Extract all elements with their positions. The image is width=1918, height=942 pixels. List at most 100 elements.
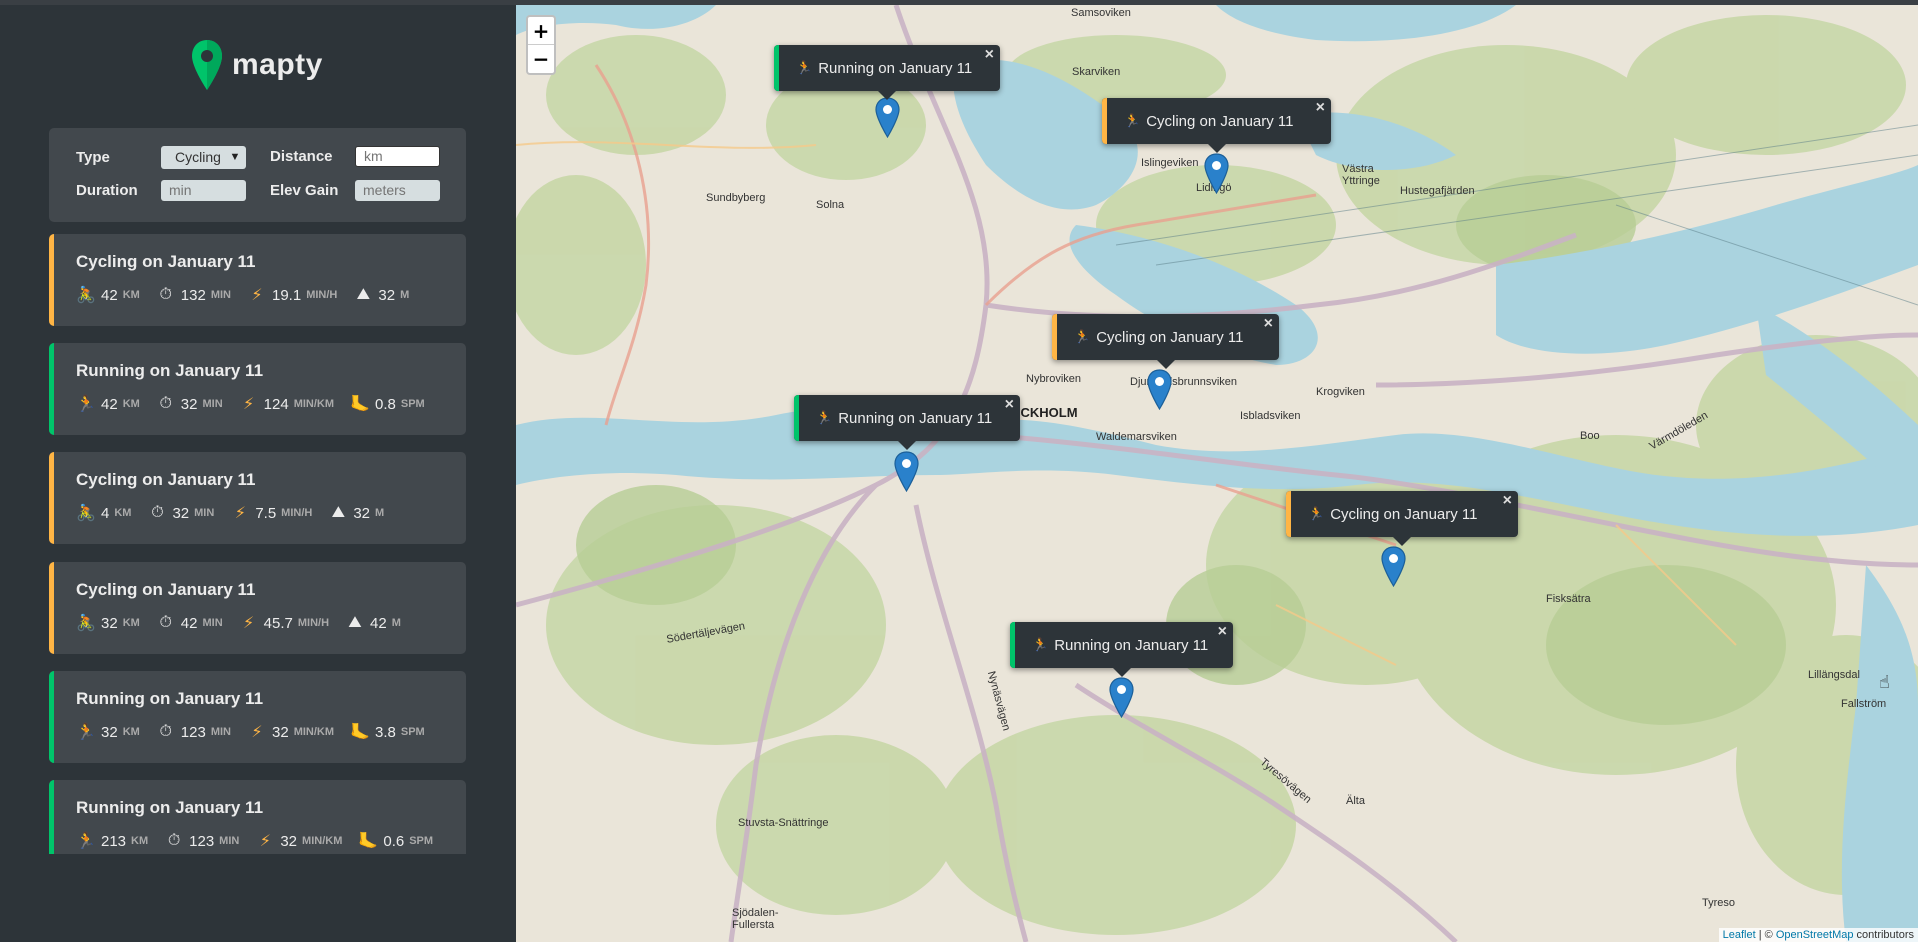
popup-type-bar: [1052, 314, 1057, 360]
map-marker-icon[interactable]: [875, 97, 900, 139]
stat-unit: KM: [122, 289, 140, 301]
duration-label: Duration: [76, 182, 138, 199]
stat-speed: ⚡ 124 MIN/KM: [239, 394, 334, 414]
stat-value: 32: [353, 504, 371, 522]
mountain-icon: ⛰: [356, 286, 371, 303]
stat-value: 213: [101, 832, 127, 850]
popup-text: Cycling on January 11: [1146, 112, 1294, 130]
stat-value: 3.8: [375, 723, 396, 741]
cyclist-icon: 🚴: [76, 505, 96, 522]
workout-type-bar: [49, 671, 54, 763]
workout-popup[interactable]: 🏃 Running on January 11 ×: [1010, 622, 1233, 677]
chevron-down-icon: ▼: [228, 146, 242, 169]
workout-title: Running on January 11: [76, 798, 264, 817]
zoom-in-button[interactable]: +: [528, 17, 554, 45]
stat-distance: 🏃 213 KM: [76, 831, 148, 851]
map-marker-icon[interactable]: [1204, 153, 1229, 195]
stat-extra: ⛰ 42 M: [345, 614, 401, 632]
workout-stats: 🚴 4 KM ⏱ 32 MIN ⚡ 7.5 MIN/H ⛰ 32 M: [76, 503, 400, 523]
stat-unit: MIN/KM: [293, 726, 335, 738]
stopwatch-icon: ⏱: [167, 832, 181, 849]
stat-unit: MIN/H: [306, 289, 338, 301]
stat-unit: MIN: [194, 507, 215, 519]
place-label: Nybroviken: [1026, 373, 1082, 385]
close-icon[interactable]: ×: [985, 46, 994, 64]
workout-title: Running on January 11: [76, 361, 264, 380]
map-marker-icon[interactable]: [894, 451, 919, 493]
place-label: Lillängsdal: [1808, 669, 1860, 681]
cyclist-icon: 🚴: [76, 615, 96, 632]
stopwatch-icon: ⏱: [159, 614, 173, 631]
workout-title: Running on January 11: [76, 689, 264, 708]
stat-unit: MIN: [202, 617, 223, 629]
workout-stats: 🏃 42 KM ⏱ 32 MIN ⚡ 124 MIN/KM 🦶 0.8 SPM: [76, 394, 441, 414]
stat-value: 4: [101, 504, 110, 522]
sidebar: mapty Type Cycling ▼ Distance Duration E…: [0, 5, 516, 942]
stat-distance: 🚴 42 KM: [76, 285, 140, 305]
workout-popup[interactable]: 🏃 Cycling on January 11 ×: [1052, 314, 1279, 369]
cyclist-icon: 🚴: [76, 287, 96, 304]
place-label: Tyreso: [1702, 897, 1736, 909]
place-label: Fallström: [1841, 698, 1887, 710]
workout-card[interactable]: Cycling on January 11 🚴 4 KM ⏱ 32 MIN ⚡ 7.5 MIN/H…: [49, 452, 466, 544]
close-icon[interactable]: ×: [1316, 99, 1325, 117]
stat-unit: MIN/H: [281, 507, 313, 519]
workout-stats: 🚴 32 KM ⏱ 42 MIN ⚡ 45.7 MIN/H ⛰ 42 M: [76, 613, 417, 633]
stat-speed: ⚡ 32 MIN/KM: [255, 831, 343, 851]
distance-input[interactable]: [355, 146, 440, 167]
workout-popup[interactable]: 🏃 Running on January 11 ×: [794, 395, 1020, 450]
workout-card[interactable]: Running on January 11 🏃 32 KM ⏱ 123 MIN ⚡ 32 MIN/…: [49, 671, 466, 763]
map-pin-icon: [190, 38, 224, 92]
workout-card[interactable]: Running on January 11 🏃 213 KM ⏱ 123 MIN ⚡ 32 MIN…: [49, 780, 466, 854]
workout-stats: 🚴 42 KM ⏱ 132 MIN ⚡ 19.1 MIN/H ⛰ 32 M: [76, 285, 425, 305]
stopwatch-icon: ⏱: [159, 395, 173, 412]
mountain-icon: ⛰: [348, 614, 362, 631]
stat-extra: 🦶 0.6 SPM: [358, 831, 433, 851]
workout-popup[interactable]: 🏃 Running on January 11 ×: [774, 45, 1000, 100]
popup-tip: [898, 441, 916, 450]
zoom-out-button[interactable]: −: [528, 45, 554, 73]
close-icon[interactable]: ×: [1264, 315, 1273, 333]
duration-input[interactable]: [161, 180, 246, 201]
close-icon[interactable]: ×: [1503, 492, 1512, 510]
close-icon[interactable]: ×: [1005, 396, 1014, 414]
stopwatch-icon: ⏱: [151, 504, 164, 521]
popup-tip: [1393, 537, 1411, 546]
osm-link[interactable]: OpenStreetMap: [1776, 929, 1854, 941]
workout-popup[interactable]: 🏃 Cycling on January 11 ×: [1286, 491, 1518, 546]
workout-list[interactable]: Cycling on January 11 🚴 42 KM ⏱ 132 MIN ⚡ 19.1 MI…: [0, 234, 516, 854]
runner-icon: 🏃: [76, 724, 96, 741]
stat-speed: ⚡ 19.1 MIN/H: [247, 285, 337, 305]
type-select[interactable]: Cycling ▼: [161, 146, 246, 169]
runner-icon: 🏃: [796, 60, 813, 75]
map-marker-icon[interactable]: [1109, 677, 1134, 719]
stat-value: 32: [180, 395, 198, 413]
place-label: Islingeviken: [1141, 157, 1199, 169]
close-icon[interactable]: ×: [1218, 623, 1227, 641]
elevation-input[interactable]: [355, 180, 440, 201]
lightning-icon: ⚡: [243, 615, 255, 632]
zoom-control: + −: [526, 15, 556, 75]
workout-card[interactable]: Running on January 11 🏃 42 KM ⏱ 32 MIN ⚡ 124 MIN/…: [49, 343, 466, 435]
stat-unit: KM: [122, 617, 140, 629]
stat-unit: SPM: [400, 398, 425, 410]
workout-form: Type Cycling ▼ Distance Duration Elev Ga…: [49, 128, 466, 222]
stat-unit: KM: [122, 726, 140, 738]
workout-card[interactable]: Cycling on January 11 🚴 42 KM ⏱ 132 MIN ⚡ 19.1 MI…: [49, 234, 466, 326]
form-row-elevation: Elev Gain: [270, 180, 440, 201]
stopwatch-icon: ⏱: [159, 723, 173, 740]
map-marker-icon[interactable]: [1381, 546, 1406, 588]
place-label: Västra Yttringe: [1342, 163, 1380, 187]
stat-value: 45.7: [263, 614, 293, 632]
stat-value: 42: [180, 614, 198, 632]
workout-type-bar: [49, 562, 54, 654]
map-marker-icon[interactable]: [1147, 369, 1172, 411]
leaflet-link[interactable]: Leaflet: [1723, 929, 1756, 941]
workout-popup[interactable]: 🏃 Cycling on January 11 ×: [1102, 98, 1331, 153]
place-label: Stuvsta-Snättringe: [738, 817, 829, 829]
popup-type-bar: [1286, 491, 1291, 537]
map[interactable]: Samsoviken Skarviken Sundbyberg Solna Is…: [516, 5, 1918, 942]
popup-tip: [878, 91, 896, 100]
stat-value: 42: [370, 614, 387, 632]
workout-card[interactable]: Cycling on January 11 🚴 32 KM ⏱ 42 MIN ⚡ 45.7 MIN…: [49, 562, 466, 654]
